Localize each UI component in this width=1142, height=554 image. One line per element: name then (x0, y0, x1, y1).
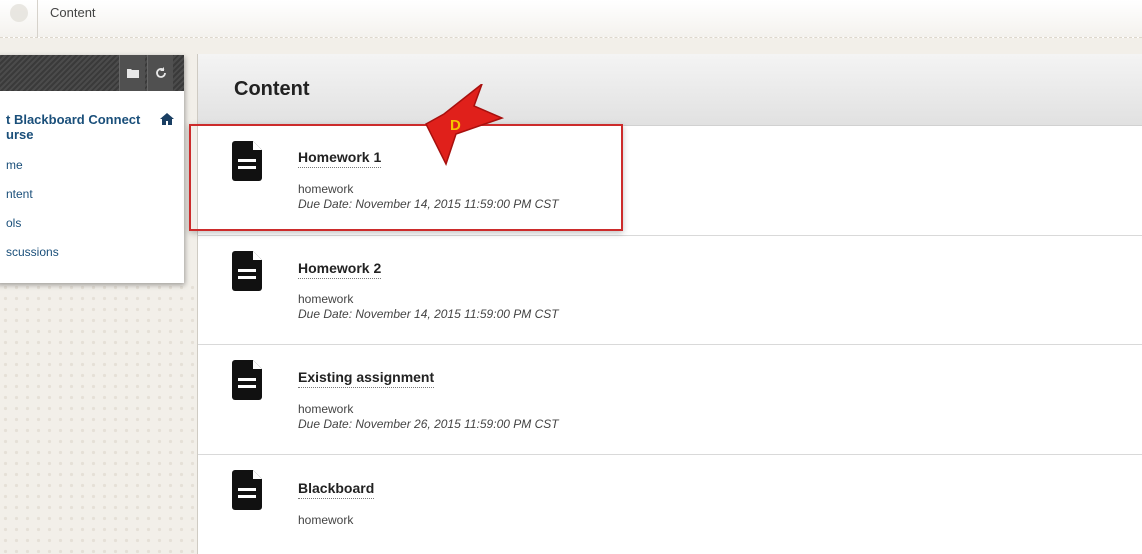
item-title[interactable]: Homework 2 (298, 260, 382, 279)
home-icon[interactable] (160, 112, 174, 126)
content-area: Content Homework 1 homework Due Date: No… (197, 54, 1142, 554)
item-description: homework (298, 402, 354, 416)
course-menu: t Blackboard Connect urse me ntent ols s… (0, 55, 184, 283)
content-item: Homework 2 homework Due Date: November 1… (198, 236, 1142, 345)
item-description: homework (298, 292, 354, 306)
callout-arrow-icon: D (425, 84, 505, 166)
content-item: Homework 1 homework Due Date: November 1… (198, 126, 1142, 236)
breadcrumb-current: Content (50, 5, 96, 20)
content-header: Content (198, 54, 1142, 126)
course-menu-header (0, 55, 184, 91)
callout-label: D (450, 117, 461, 134)
item-description: homework (298, 513, 354, 527)
background-pattern (0, 282, 196, 554)
page-title: Content (234, 78, 310, 100)
item-due-date: Due Date: November 26, 2015 11:59:00 PM … (298, 417, 559, 431)
item-title[interactable]: Existing assignment (298, 369, 435, 388)
document-icon (232, 141, 262, 181)
item-due-date: Due Date: November 14, 2015 11:59:00 PM … (298, 197, 559, 211)
refresh-icon[interactable] (147, 55, 173, 91)
menu-item-home[interactable]: me (6, 158, 23, 172)
content-item: Existing assignment homework Due Date: N… (198, 345, 1142, 455)
breadcrumb-home-icon[interactable] (10, 4, 28, 22)
menu-item-discussions[interactable]: scussions (6, 245, 59, 259)
folder-icon[interactable] (119, 55, 145, 91)
breadcrumb-separator (37, 0, 38, 38)
document-icon (232, 470, 262, 510)
breadcrumb-bar: Content (0, 0, 1142, 38)
content-item: Blackboard homework (198, 455, 1142, 554)
document-icon (232, 360, 262, 400)
document-icon (232, 251, 262, 291)
item-title[interactable]: Homework 1 (298, 149, 382, 168)
menu-item-tools[interactable]: ols (6, 216, 21, 230)
item-title[interactable]: Blackboard (298, 480, 375, 499)
item-description: homework (298, 182, 354, 196)
course-title[interactable]: t Blackboard Connect urse (6, 112, 151, 142)
menu-item-content[interactable]: ntent (6, 187, 33, 201)
item-due-date: Due Date: November 14, 2015 11:59:00 PM … (298, 307, 559, 321)
